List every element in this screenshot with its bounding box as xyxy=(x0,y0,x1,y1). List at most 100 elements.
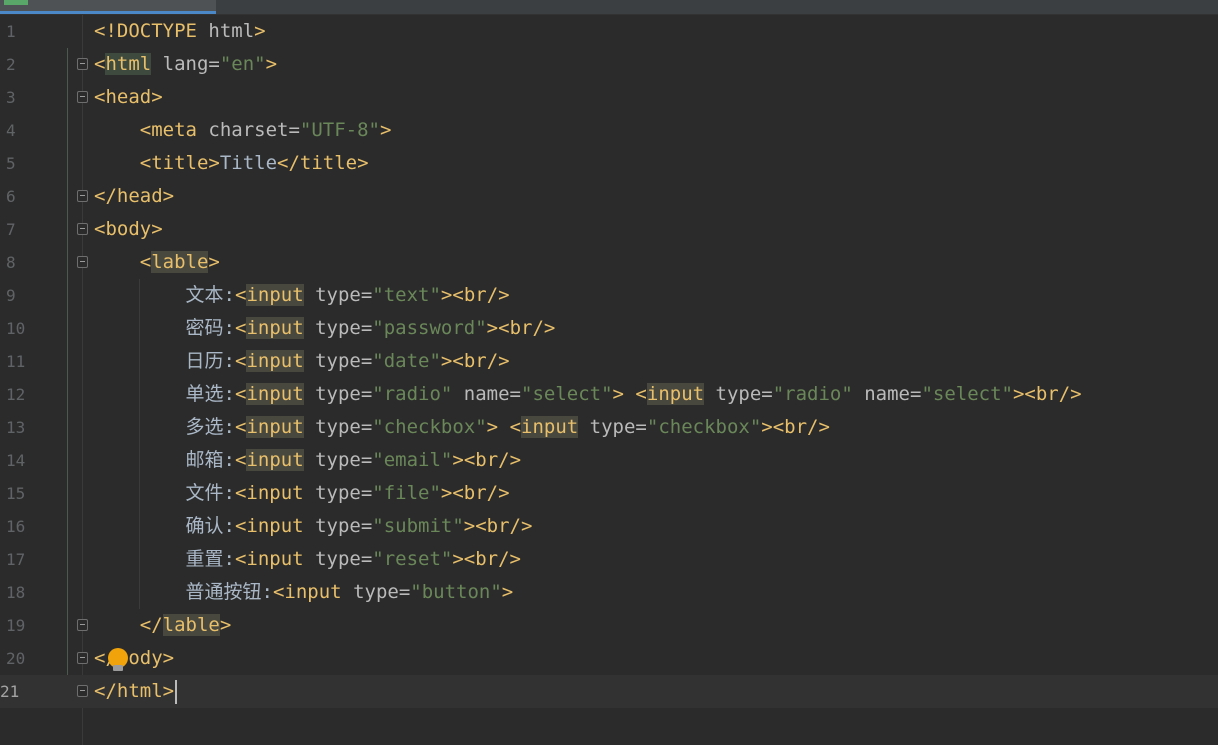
fold-toggle-icon[interactable] xyxy=(77,256,88,268)
code-line[interactable]: 16 确认:<input type="submit"><br/> xyxy=(0,510,1218,543)
code-token: </html> xyxy=(94,680,175,702)
fold-toggle-icon[interactable] xyxy=(77,652,88,664)
code-token: lang= xyxy=(151,53,220,75)
code-token: <input xyxy=(234,515,304,537)
line-text: 文本:<input type="text"><br/> xyxy=(94,279,510,312)
code-line[interactable]: 12 单选:<input type="radio" name="select">… xyxy=(0,378,1218,411)
code-line[interactable]: 19 </lable> xyxy=(0,609,1218,642)
line-number: 3 xyxy=(6,88,16,107)
code-token: <br/> xyxy=(772,416,830,438)
line-number: 8 xyxy=(6,253,16,272)
code-token: > xyxy=(501,581,514,603)
code-token: < xyxy=(234,317,247,339)
code-token: <meta xyxy=(139,119,209,141)
code-line[interactable]: 1 <!DOCTYPE html> xyxy=(0,15,1218,48)
code-line[interactable]: 14 邮箱:<input type="email"><br/> xyxy=(0,444,1218,477)
code-token: charset= xyxy=(208,119,300,141)
code-line[interactable]: 17 重置:<input type="reset"><br/> xyxy=(0,543,1218,576)
fold-toggle-icon[interactable] xyxy=(77,685,88,697)
code-token: input xyxy=(246,383,304,405)
line-text: </html> xyxy=(94,675,178,708)
fold-toggle-icon[interactable] xyxy=(77,91,88,103)
line-text: 日历:<input type="date"><br/> xyxy=(94,345,510,378)
code-token: > xyxy=(1012,383,1025,405)
code-line[interactable]: 21 </html> xyxy=(0,675,1218,708)
code-token: < xyxy=(234,416,247,438)
code-token: > xyxy=(440,350,453,372)
code-token: : xyxy=(223,383,235,405)
code-token: : xyxy=(223,548,235,570)
code-token: type= xyxy=(303,482,373,504)
code-token: > xyxy=(265,53,278,75)
code-token: : xyxy=(223,416,235,438)
line-number: 12 xyxy=(6,385,26,404)
code-line[interactable]: 2 <html lang="en"> xyxy=(0,48,1218,81)
code-line[interactable]: 10 密码:<input type="password"><br/> xyxy=(0,312,1218,345)
code-token: type= xyxy=(303,317,373,339)
line-text: <html lang="en"> xyxy=(94,48,277,81)
code-token: "radio" xyxy=(772,383,853,405)
code-token: name= xyxy=(452,383,521,405)
code-token: 确认 xyxy=(185,515,224,537)
code-token: 重置 xyxy=(185,548,224,570)
code-line[interactable]: 9 文本:<input type="text"><br/> xyxy=(0,279,1218,312)
code-token: "file" xyxy=(372,482,441,504)
line-text: 邮箱:<input type="email"><br/> xyxy=(94,444,521,477)
code-token: <br/> xyxy=(1024,383,1082,405)
fold-toggle-icon[interactable] xyxy=(77,190,88,202)
code-token: < xyxy=(234,383,247,405)
code-line[interactable]: 15 文件:<input type="file"><br/> xyxy=(0,477,1218,510)
line-text: </head> xyxy=(94,180,174,213)
code-line[interactable]: 8 <lable> xyxy=(0,246,1218,279)
code-line[interactable]: 5 <title>Title</title> xyxy=(0,147,1218,180)
code-token: : xyxy=(223,449,235,471)
code-token: input xyxy=(246,449,304,471)
code-token: <br/> xyxy=(452,482,510,504)
fold-toggle-icon[interactable] xyxy=(77,58,88,70)
text-caret xyxy=(175,679,178,704)
code-line[interactable]: 7 <body> xyxy=(0,213,1218,246)
line-text: 文件:<input type="file"><br/> xyxy=(94,477,510,510)
line-number: 20 xyxy=(6,649,26,668)
code-token: > xyxy=(208,251,220,273)
code-line[interactable]: 4 <meta charset="UTF-8"> xyxy=(0,114,1218,147)
line-text: </body> xyxy=(94,642,174,675)
code-token: : xyxy=(261,581,273,603)
line-text: <meta charset="UTF-8"> xyxy=(94,114,392,147)
code-token: input xyxy=(246,317,304,339)
code-line[interactable]: 20 </body> xyxy=(0,642,1218,675)
code-token: "en" xyxy=(219,53,266,75)
code-token: type= xyxy=(578,416,647,438)
code-line[interactable]: 11 日历:<input type="date"><br/> xyxy=(0,345,1218,378)
line-text: 单选:<input type="radio" name="select"> <i… xyxy=(94,378,1082,411)
code-token: input xyxy=(246,350,304,372)
code-token: </body> xyxy=(94,647,175,669)
code-line[interactable]: 13 多选:<input type="checkbox"> <input typ… xyxy=(0,411,1218,444)
html-file-icon xyxy=(4,0,28,5)
code-token: > xyxy=(452,548,464,570)
code-token: type= xyxy=(303,548,373,570)
code-token: : xyxy=(223,482,235,504)
code-token: <head> xyxy=(94,86,163,108)
intention-lightbulb-icon[interactable] xyxy=(108,648,128,671)
line-text: 多选:<input type="checkbox"> <input type="… xyxy=(94,411,830,444)
line-text: <lable> xyxy=(94,246,220,279)
active-file-tab[interactable] xyxy=(0,0,216,14)
code-token: input xyxy=(246,416,304,438)
code-token: : xyxy=(223,317,235,339)
code-line[interactable]: 18 普通按钮:<input type="button"> xyxy=(0,576,1218,609)
code-editor[interactable]: 1 <!DOCTYPE html> 2 <html lang="en"> 3 <head>… xyxy=(0,15,1218,708)
code-token: "checkbox" xyxy=(372,416,487,438)
fold-toggle-icon[interactable] xyxy=(77,223,88,235)
fold-toggle-icon[interactable] xyxy=(77,619,88,631)
code-token: <br/> xyxy=(452,350,510,372)
code-line[interactable]: 6 </head> xyxy=(0,180,1218,213)
code-line[interactable]: 3 <head> xyxy=(0,81,1218,114)
code-token: > xyxy=(219,614,232,636)
